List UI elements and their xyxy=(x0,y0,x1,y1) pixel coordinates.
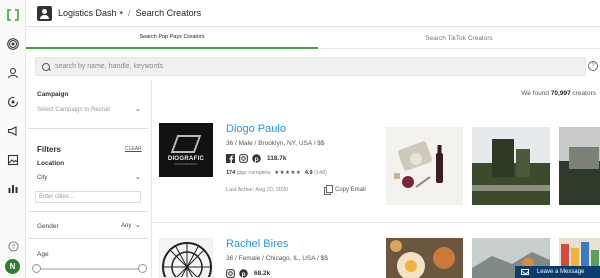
campaign-select[interactable]: Select Campaign to Recruit xyxy=(37,107,110,113)
pinterest-icon[interactable]: p xyxy=(239,269,248,278)
search-input[interactable]: search by name, handle, keywords xyxy=(35,57,586,76)
divider xyxy=(28,238,148,239)
page-title: Search Creators xyxy=(135,8,202,18)
pinterest-icon[interactable]: p xyxy=(252,154,261,163)
creator-name[interactable]: Rachel Bires xyxy=(226,238,288,250)
refresh-user-icon[interactable] xyxy=(6,95,20,109)
city-input[interactable]: Enter cities... xyxy=(35,191,141,203)
instagram-icon[interactable] xyxy=(239,154,248,163)
svg-text:p: p xyxy=(242,271,246,278)
gender-label: Gender xyxy=(37,223,59,230)
breadcrumb-separator: / xyxy=(128,8,131,18)
age-slider-track[interactable] xyxy=(35,268,145,270)
leave-message-button[interactable]: Leave a Message xyxy=(515,266,600,278)
tab-search-pop-pays[interactable]: Search Pop Pays Creators xyxy=(26,27,318,49)
chevron-down-icon[interactable]: ⌄ xyxy=(135,221,141,229)
panel-divider xyxy=(151,80,152,278)
portfolio-photo[interactable] xyxy=(386,238,463,278)
svg-text:p: p xyxy=(255,156,259,163)
tab-search-tiktok[interactable]: Search TikTok Creators xyxy=(318,27,600,49)
search-help-icon[interactable]: ? xyxy=(588,61,598,71)
results-count: We found 70,997 creators xyxy=(480,90,596,97)
creator-avatar[interactable] xyxy=(159,238,213,278)
filters-title: Filters xyxy=(37,145,62,154)
brand-mark-icon xyxy=(170,134,202,153)
megaphone-icon[interactable] xyxy=(6,124,20,138)
portfolio-photo[interactable] xyxy=(472,127,550,205)
envelope-icon xyxy=(521,269,529,275)
avatar[interactable]: N xyxy=(5,259,20,274)
creator-avatar[interactable]: DIOGRAFIC PHOTOGRAPHY xyxy=(159,123,213,177)
broadcast-icon[interactable] xyxy=(6,37,20,51)
account-icon[interactable] xyxy=(37,5,52,21)
logo-subtext: PHOTOGRAPHY xyxy=(174,161,198,166)
location-label: Location xyxy=(37,160,65,167)
gigs-row: 174 gigs complete ★★★★★ 4.9 (148) xyxy=(226,170,327,176)
gender-select[interactable]: Any xyxy=(121,223,131,229)
age-slider-min-handle[interactable] xyxy=(32,264,41,273)
chevron-down-icon[interactable]: ⌄ xyxy=(135,173,141,181)
follower-count: 68.2k xyxy=(254,270,271,277)
chevron-down-icon[interactable]: ⌄ xyxy=(135,105,141,113)
facebook-icon[interactable] xyxy=(226,154,235,163)
svg-text:?: ? xyxy=(11,243,15,250)
results-prefix: We found xyxy=(521,90,549,97)
gigs-label: gigs complete xyxy=(236,170,271,176)
chevron-down-icon[interactable]: ▾ xyxy=(120,9,124,17)
age-label: Age xyxy=(37,251,49,258)
search-icon xyxy=(41,62,51,72)
gallery-icon[interactable] xyxy=(6,153,20,167)
divider xyxy=(28,128,148,129)
results-suffix: creators xyxy=(572,90,596,97)
creator-meta: 36 / Female / Chicago, IL, USA / $$ xyxy=(226,255,328,262)
logo-icon[interactable] xyxy=(7,9,19,21)
last-active: Last Active: Aug 20, 2020 xyxy=(226,187,289,193)
social-row: p 118.7k xyxy=(226,154,287,163)
leave-message-label: Leave a Message xyxy=(537,269,585,275)
portfolio-photo[interactable] xyxy=(386,127,463,205)
top-bar: Logistics Dash ▾ / Search Creators xyxy=(26,0,600,27)
gigs-count: 174 xyxy=(226,170,236,176)
account-name[interactable]: Logistics Dash xyxy=(58,8,117,18)
results-number: 70,997 xyxy=(550,90,571,97)
copy-icon xyxy=(324,185,333,195)
review-count: (148) xyxy=(314,170,327,176)
copy-email-button[interactable]: Copy Email xyxy=(324,185,366,195)
divider xyxy=(28,211,148,212)
portfolio-photo[interactable] xyxy=(559,127,600,205)
clear-filters-link[interactable]: CLEAR xyxy=(125,146,142,152)
bar-chart-icon[interactable] xyxy=(6,181,20,195)
rating-value: 4.9 xyxy=(304,170,313,176)
follower-count: 118.7k xyxy=(267,155,287,162)
help-icon[interactable]: ? xyxy=(6,239,20,253)
card-divider xyxy=(152,222,600,223)
search-placeholder: search by name, handle, keywords xyxy=(55,63,164,70)
tab-bar: Search Pop Pays Creators Search TikTok C… xyxy=(26,27,600,49)
copy-email-label: Copy Email xyxy=(335,186,366,193)
social-row: p 68.2k xyxy=(226,269,270,278)
creator-name[interactable]: Diogo Paulo xyxy=(226,123,286,135)
campaign-label: Campaign xyxy=(37,91,69,98)
left-nav-rail: ? N xyxy=(0,0,26,278)
instagram-icon[interactable] xyxy=(226,269,235,278)
user-icon[interactable] xyxy=(6,66,20,80)
creator-meta: 36 / Male / Brooklyn, NY, USA / $$ xyxy=(226,140,325,147)
rating-stars: ★★★★★ xyxy=(274,170,302,176)
city-select[interactable]: City xyxy=(37,175,47,181)
age-slider-max-handle[interactable] xyxy=(138,264,147,273)
